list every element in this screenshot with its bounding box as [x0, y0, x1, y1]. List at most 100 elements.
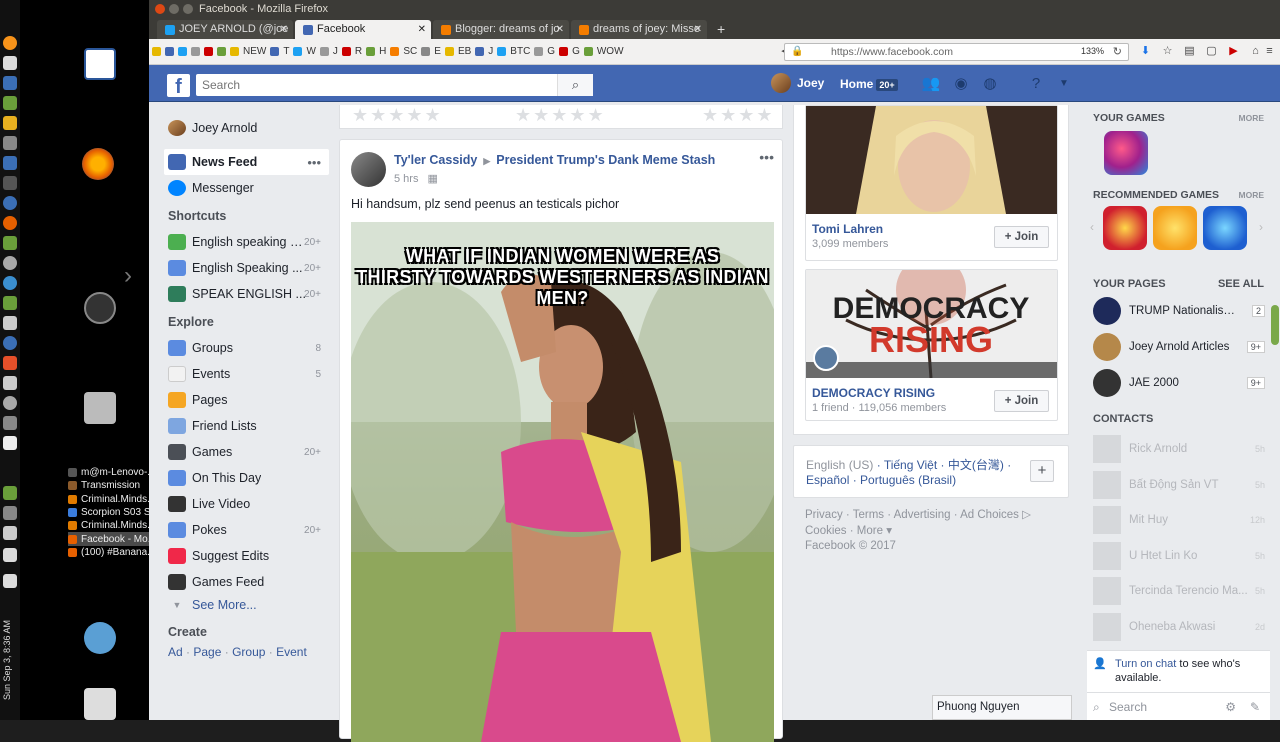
- nav-item-live-video[interactable]: Live Video: [164, 491, 329, 517]
- grid-app-icon[interactable]: [3, 116, 17, 130]
- archive-icon[interactable]: [84, 392, 116, 424]
- library-icon[interactable]: ▤: [1183, 45, 1196, 58]
- candy-crush-icon[interactable]: [1104, 131, 1148, 175]
- nav-messenger[interactable]: Messenger: [164, 175, 329, 201]
- bitcoin-icon[interactable]: [3, 36, 17, 50]
- page-item[interactable]: JAE 2000 9+: [1093, 369, 1265, 397]
- nav-item-events[interactable]: Events 5: [164, 361, 329, 387]
- app-icon[interactable]: [3, 416, 17, 430]
- app-icon[interactable]: [3, 336, 17, 350]
- profile-link[interactable]: Joey: [771, 73, 824, 93]
- bookmark-item[interactable]: H: [379, 46, 386, 57]
- post-time[interactable]: 5 hrs ▦: [394, 172, 438, 185]
- author-link[interactable]: Ty'ler Cassidy: [394, 153, 477, 167]
- bookmark-item[interactable]: G: [572, 46, 580, 57]
- scrollbar[interactable]: [1270, 105, 1280, 720]
- trash-icon[interactable]: [84, 688, 116, 720]
- zoom-level[interactable]: 133%: [1081, 46, 1104, 56]
- help-icon[interactable]: ?: [1026, 75, 1046, 93]
- app-icon[interactable]: [3, 506, 17, 520]
- contact-item[interactable]: U Htet Lin Ko 5h: [1093, 541, 1265, 571]
- chevron-down-icon[interactable]: ▼: [1054, 75, 1074, 93]
- close-tab-icon[interactable]: ✕: [556, 20, 564, 39]
- bookmark-item[interactable]: J: [333, 46, 338, 57]
- group-name[interactable]: DEMOCRACY RISING: [812, 386, 935, 400]
- chat-search-input[interactable]: ⌕ Search ⚙ ✎: [1087, 692, 1270, 720]
- chevron-right-icon[interactable]: ›: [124, 262, 132, 290]
- see-all-link[interactable]: SEE ALL: [1218, 278, 1264, 290]
- firefox-icon[interactable]: [82, 148, 114, 180]
- bookmark-item[interactable]: T: [283, 46, 289, 57]
- messenger-icon[interactable]: ◉: [951, 75, 971, 93]
- app-icon[interactable]: [3, 136, 17, 150]
- close-tab-icon[interactable]: ✕: [418, 20, 426, 39]
- footer-link[interactable]: More: [857, 525, 883, 537]
- bookmark-item[interactable]: W: [306, 46, 315, 57]
- menu-icon[interactable]: ≡: [1263, 45, 1276, 58]
- app-icon[interactable]: [3, 276, 17, 290]
- more-icon[interactable]: •••: [307, 155, 321, 170]
- gear-icon[interactable]: ⚙: [1225, 693, 1236, 721]
- nav-item-pages[interactable]: Pages: [164, 387, 329, 413]
- bookmark-item[interactable]: WOW: [597, 46, 624, 57]
- bookmark-folder-icon[interactable]: [191, 47, 200, 56]
- add-language-button[interactable]: +: [1030, 460, 1054, 482]
- slots-game-icon[interactable]: [1103, 206, 1147, 250]
- profile-link[interactable]: Joey Arnold: [164, 115, 329, 141]
- app-icon[interactable]: [3, 356, 17, 370]
- compose-icon[interactable]: ✎: [1250, 693, 1260, 721]
- bookmark-folder-icon[interactable]: [204, 47, 213, 56]
- firefox-dock-icon[interactable]: [3, 216, 17, 230]
- browser-tab[interactable]: dreams of joey: Misse ✕: [571, 20, 707, 39]
- bubble-game-icon[interactable]: [1203, 206, 1247, 250]
- app-icon[interactable]: [3, 486, 17, 500]
- search-input[interactable]: [196, 74, 593, 96]
- bookmark-item[interactable]: J: [488, 46, 493, 57]
- new-tab-icon[interactable]: +: [709, 20, 733, 39]
- calculator-icon[interactable]: [3, 76, 17, 90]
- bookmark-item[interactable]: NEW: [243, 46, 266, 57]
- contact-item[interactable]: Oheneba Akwasi 2d: [1093, 612, 1265, 642]
- group-card[interactable]: Tomi Lahren 3,099 members + Join: [805, 101, 1058, 261]
- facebook-logo[interactable]: f: [167, 74, 190, 98]
- bookmark-folder-icon[interactable]: [152, 47, 161, 56]
- nav-item-games-feed[interactable]: Games Feed: [164, 569, 329, 595]
- browser-tab[interactable]: Facebook ✕: [295, 20, 431, 39]
- post-options-icon[interactable]: •••: [759, 149, 774, 165]
- see-more-link[interactable]: ▼ See More...: [164, 595, 329, 615]
- bingo-game-icon[interactable]: [1153, 206, 1197, 250]
- browser-tab[interactable]: JOEY ARNOLD (@joe ✕: [157, 20, 293, 39]
- post-image[interactable]: WHAT IF INDIAN WOMEN WERE AS THIRSTY TOW…: [351, 222, 774, 742]
- group-link[interactable]: President Trump's Dank Meme Stash: [496, 153, 715, 167]
- nav-item-speak-english[interactable]: SPEAK ENGLISH ... 20+: [164, 281, 329, 307]
- browser-tab[interactable]: Blogger: dreams of jo ✕: [433, 20, 569, 39]
- create-group-link[interactable]: Group: [232, 645, 265, 659]
- friend-requests-icon[interactable]: 👥: [921, 75, 941, 93]
- scrollbar-thumb[interactable]: [1271, 305, 1279, 345]
- create-event-link[interactable]: Event: [276, 645, 307, 659]
- app-icon[interactable]: [3, 436, 17, 450]
- bookmark-folder-icon[interactable]: [165, 47, 174, 56]
- reload-icon[interactable]: ↻: [1113, 45, 1122, 58]
- footer-link[interactable]: Advertising: [894, 509, 951, 521]
- page-item[interactable]: TRUMP Nationalism ... 2: [1093, 297, 1265, 325]
- group-card[interactable]: DEMOCRACY RISING DEMOCRACY RISING 1 frie…: [805, 255, 1058, 421]
- language-link[interactable]: Tiếng Việt: [884, 458, 937, 472]
- nav-item-friend-lists[interactable]: Friend Lists: [164, 413, 329, 439]
- games-more-link[interactable]: MORE: [1239, 113, 1265, 123]
- terminal-icon[interactable]: [3, 176, 17, 190]
- chevron-left-icon[interactable]: ‹: [1090, 220, 1094, 234]
- home-icon[interactable]: ⌂: [1249, 45, 1262, 58]
- bookmark-item[interactable]: BTC: [510, 46, 530, 57]
- page-item[interactable]: Joey Arnold Articles 9+: [1093, 333, 1265, 361]
- download-icon[interactable]: ⬇: [1139, 45, 1152, 58]
- document-icon[interactable]: [3, 56, 17, 70]
- browser-icon[interactable]: [3, 156, 17, 170]
- nav-news-feed[interactable]: News Feed •••: [164, 149, 329, 175]
- nav-item-suggest-edits[interactable]: Suggest Edits: [164, 543, 329, 569]
- nav-item-games[interactable]: Games 20+: [164, 439, 329, 465]
- group-name[interactable]: Tomi Lahren: [812, 222, 883, 236]
- author-avatar[interactable]: [351, 152, 386, 187]
- nav-item-pokes[interactable]: Pokes 20+: [164, 517, 329, 543]
- home-link[interactable]: Home 20+: [840, 77, 898, 91]
